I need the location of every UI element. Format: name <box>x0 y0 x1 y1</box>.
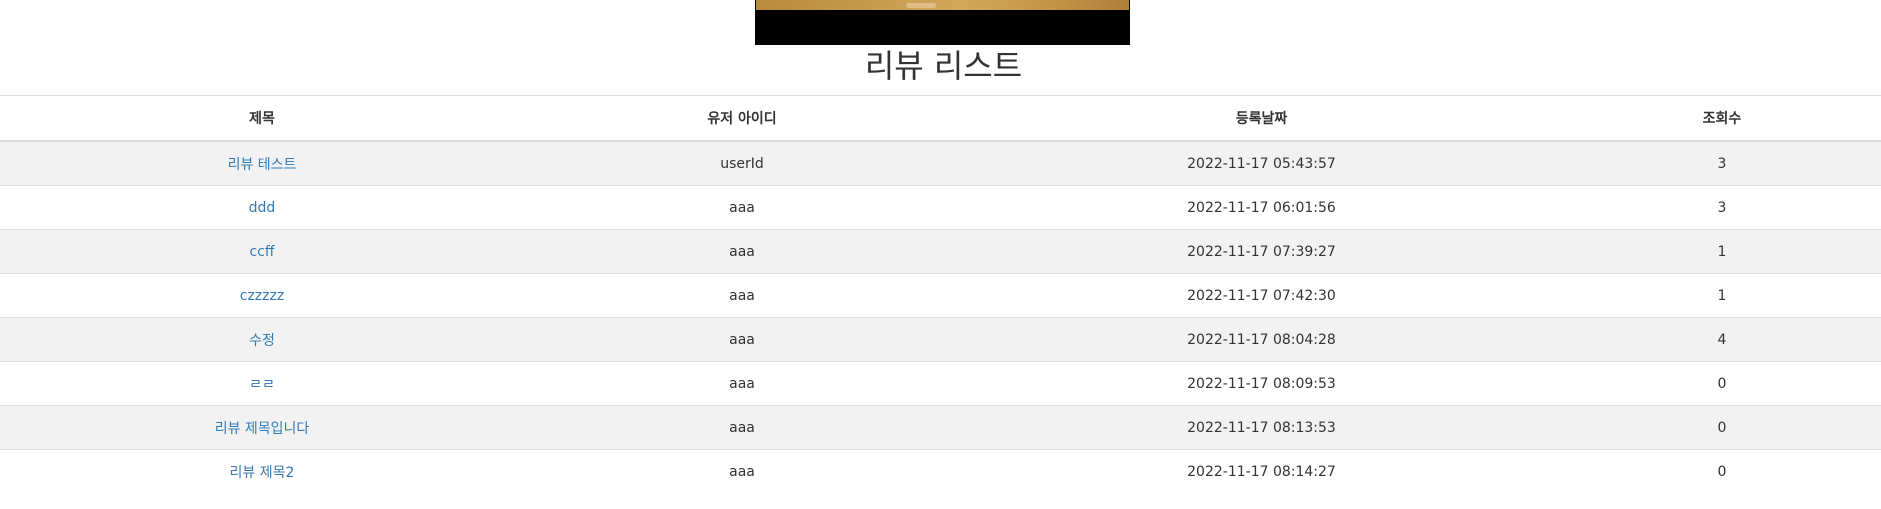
review-table: 제목 유저 아이디 등록날짜 조회수 리뷰 테스트 userId 2022-11… <box>0 95 1881 493</box>
page-title: 리뷰 리스트 <box>864 47 1023 85</box>
cell-user-id: aaa <box>524 317 960 362</box>
cell-date: 2022-11-17 05:43:57 <box>960 140 1563 186</box>
review-title-link[interactable]: czzzzz <box>240 288 284 304</box>
column-header-date: 등록날짜 <box>960 95 1563 142</box>
cell-views: 1 <box>1563 229 1881 274</box>
cell-title: 리뷰 제목2 <box>0 449 524 493</box>
table-row: 수정 aaa 2022-11-17 08:04:28 4 <box>0 317 1881 362</box>
review-title-link[interactable]: 리뷰 테스트 <box>228 157 297 173</box>
review-title-link[interactable]: 수정 <box>249 333 275 349</box>
cell-title: ddd <box>0 185 524 230</box>
cell-views: 0 <box>1563 361 1881 406</box>
cell-user-id: aaa <box>524 273 960 318</box>
cell-title: czzzzz <box>0 273 524 318</box>
cell-title: 리뷰 테스트 <box>0 140 524 186</box>
column-header-title: 제목 <box>0 95 524 142</box>
cell-date: 2022-11-17 06:01:56 <box>960 185 1563 230</box>
cell-date: 2022-11-17 07:39:27 <box>960 229 1563 274</box>
cell-date: 2022-11-17 08:14:27 <box>960 449 1563 493</box>
cell-user-id: userId <box>524 140 960 186</box>
cell-title: 수정 <box>0 317 524 362</box>
cell-title: ㄹㄹ <box>0 361 524 406</box>
cell-user-id: aaa <box>524 449 960 493</box>
review-title-link[interactable]: 리뷰 제목2 <box>230 465 295 481</box>
cell-date: 2022-11-17 08:13:53 <box>960 405 1563 450</box>
cell-user-id: aaa <box>524 361 960 406</box>
review-title-link[interactable]: 리뷰 제목입니다 <box>215 421 310 437</box>
review-title-link[interactable]: ddd <box>249 200 276 216</box>
column-header-user-id: 유저 아이디 <box>524 95 960 142</box>
cell-views: 0 <box>1563 405 1881 450</box>
table-header-row: 제목 유저 아이디 등록날짜 조회수 <box>0 95 1881 142</box>
table-row: ㄹㄹ aaa 2022-11-17 08:09:53 0 <box>0 361 1881 406</box>
column-header-views: 조회수 <box>1563 95 1881 142</box>
cell-views: 4 <box>1563 317 1881 362</box>
cell-date: 2022-11-17 08:09:53 <box>960 361 1563 406</box>
cell-user-id: aaa <box>524 405 960 450</box>
cell-title: 리뷰 제목입니다 <box>0 405 524 450</box>
cell-views: 0 <box>1563 449 1881 493</box>
table-row: ccff aaa 2022-11-17 07:39:27 1 <box>0 229 1881 274</box>
hero-image <box>755 0 1130 45</box>
cell-user-id: aaa <box>524 185 960 230</box>
cell-views: 3 <box>1563 185 1881 230</box>
cell-views: 1 <box>1563 273 1881 318</box>
table-row: 리뷰 테스트 userId 2022-11-17 05:43:57 3 <box>0 140 1881 186</box>
table-row: ddd aaa 2022-11-17 06:01:56 3 <box>0 185 1881 230</box>
review-title-link[interactable]: ㄹㄹ <box>249 377 275 393</box>
cell-date: 2022-11-17 08:04:28 <box>960 317 1563 362</box>
table-row: czzzzz aaa 2022-11-17 07:42:30 1 <box>0 273 1881 318</box>
table-row: 리뷰 제목입니다 aaa 2022-11-17 08:13:53 0 <box>0 405 1881 450</box>
table-row: 리뷰 제목2 aaa 2022-11-17 08:14:27 0 <box>0 449 1881 493</box>
cell-title: ccff <box>0 229 524 274</box>
cell-date: 2022-11-17 07:42:30 <box>960 273 1563 318</box>
cell-user-id: aaa <box>524 229 960 274</box>
review-title-link[interactable]: ccff <box>249 244 274 260</box>
cell-views: 3 <box>1563 140 1881 186</box>
hero-photo <box>756 0 1129 10</box>
